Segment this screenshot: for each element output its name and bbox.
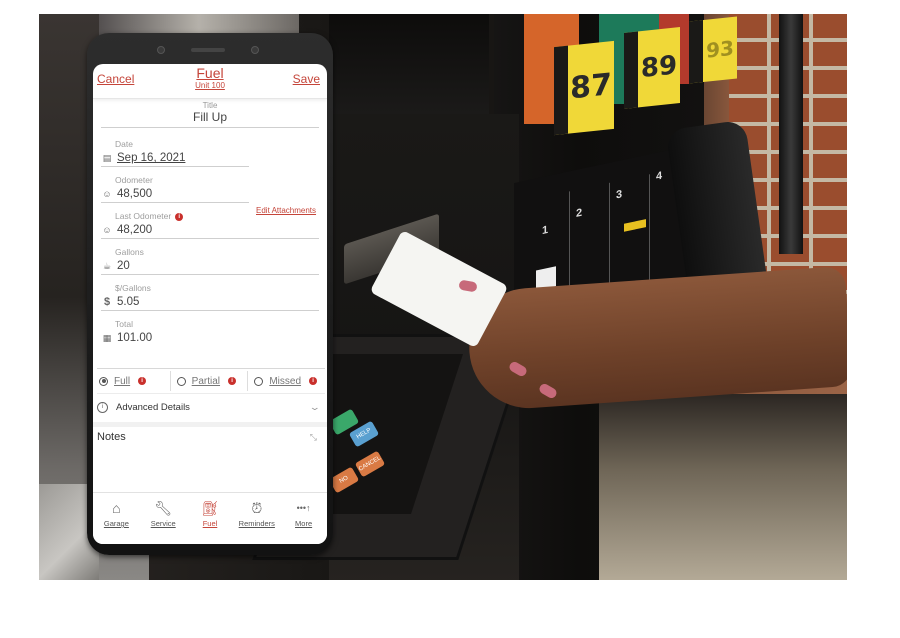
title-label: Title [202,101,218,110]
tab-label[interactable]: Service [140,519,187,528]
advanced-details-row[interactable]: i Advanced Details ⌄ [97,396,323,418]
fill-type-radio-group: Full i Partial i Missed i [97,368,325,394]
tab-fuel[interactable]: ⛽︎ Fuel [187,493,234,544]
price-per-gallon-value[interactable]: 5.05 [117,296,139,308]
phone-mockup: Cancel Fuel Unit 100 Save Title Fill Up … [87,33,333,555]
info-icon[interactable]: i [309,377,318,385]
info-circle-icon: i [97,401,108,413]
alarm-clock-icon: ⏰︎ [251,500,263,516]
divider [101,127,319,128]
tab-label[interactable]: More [280,519,327,528]
info-icon[interactable]: i [228,377,237,385]
total-field[interactable]: Total ▦ 101.00 [101,318,319,346]
info-icon[interactable]: i [138,377,147,385]
app-screen: Cancel Fuel Unit 100 Save Title Fill Up … [93,64,327,544]
fuel-can-icon: ☕ [102,260,112,271]
photo-floor [599,394,847,580]
tab-garage[interactable]: ⌂ Garage [93,493,140,544]
calendar-icon: ▤ [102,152,112,163]
front-camera-icon [251,46,259,54]
step-number: 3 [616,188,623,202]
last-odometer-value[interactable]: 48,200 [117,224,152,236]
total-value[interactable]: 101.00 [117,332,152,344]
grade-button-87: 87 [554,40,614,136]
phone-speaker [191,48,225,52]
price-per-gallon-label: $/Gallons [115,283,151,293]
fill-type-label[interactable]: Partial [192,376,220,387]
tab-label[interactable]: Reminders [233,519,280,528]
front-sensor-icon [157,46,165,54]
tab-label[interactable]: Garage [93,519,140,528]
section-separator [93,422,327,427]
odometer-label: Odometer [115,175,153,185]
wrench-icon: 🔧︎ [154,500,173,516]
chevron-down-icon[interactable]: ⌄ [309,402,321,413]
gauge-icon: ☺ [102,189,112,199]
navigation-bar: Cancel Fuel Unit 100 Save [93,64,327,99]
hand-arm [465,265,847,413]
fill-type-label[interactable]: Missed [269,376,301,387]
title-field[interactable]: Title Fill Up [93,99,327,124]
odometer-field[interactable]: Odometer ☺ 48,500 [101,174,249,203]
last-odometer-label: Last Odometer [115,211,172,221]
advanced-details-label[interactable]: Advanced Details [116,402,190,413]
tab-label[interactable]: Fuel [187,519,234,528]
dollar-icon: $ [103,296,111,308]
grade-button-93: 93 [689,16,737,84]
calculator-icon: ▦ [102,332,112,343]
pump-door-panel [329,14,489,116]
tab-service[interactable]: 🔧︎ Service [140,493,187,544]
save-button[interactable]: Save [293,72,320,86]
gauge-icon: ☺ [102,225,112,235]
bottom-tab-bar: ⌂ Garage 🔧︎ Service ⛽︎ Fuel ⏰︎ Reminders… [93,492,327,544]
fill-type-partial[interactable]: Partial i [169,371,248,391]
fuel-hose [779,14,803,254]
price-per-gallon-field[interactable]: $/Gallons $ 5.05 [101,282,319,311]
more-icon: •••↑ [296,503,311,513]
fill-type-missed[interactable]: Missed i [247,371,325,391]
cash-graphic [624,219,646,232]
step-number: 1 [542,223,549,238]
radio-unselected-icon[interactable] [176,376,186,386]
fill-type-label[interactable]: Full [114,376,130,387]
date-label: Date [115,139,133,149]
last-odometer-field[interactable]: Last Odometer i ☺ 48,200 [101,210,319,239]
step-number: 4 [656,169,663,183]
gallons-label: Gallons [115,247,144,257]
grade-button-89: 89 [624,27,680,109]
total-label: Total [115,319,133,329]
step-number: 2 [576,206,583,220]
notes-label: Notes [97,431,126,443]
radio-selected-icon[interactable] [99,376,108,386]
tab-more[interactable]: •••↑ More [280,493,327,544]
gallons-field[interactable]: Gallons ☕ 20 [101,246,319,275]
garage-icon: ⌂ [112,500,121,516]
gallons-value[interactable]: 20 [117,260,130,272]
date-value[interactable]: Sep 16, 2021 [117,152,185,164]
title-value[interactable]: Fill Up [93,110,327,124]
radio-unselected-icon[interactable] [254,376,264,386]
info-icon[interactable]: i [175,212,184,221]
fill-type-full[interactable]: Full i [97,371,170,391]
tab-reminders[interactable]: ⏰︎ Reminders [233,493,280,544]
notes-field[interactable]: Notes ⤡ [97,431,323,443]
odometer-value[interactable]: 48,500 [117,188,152,200]
expand-icon[interactable]: ⤡ [310,432,317,443]
date-field[interactable]: Date ▤ Sep 16, 2021 [101,138,249,167]
divider [649,174,650,295]
fuel-pump-icon: ⛽︎ [201,500,219,516]
